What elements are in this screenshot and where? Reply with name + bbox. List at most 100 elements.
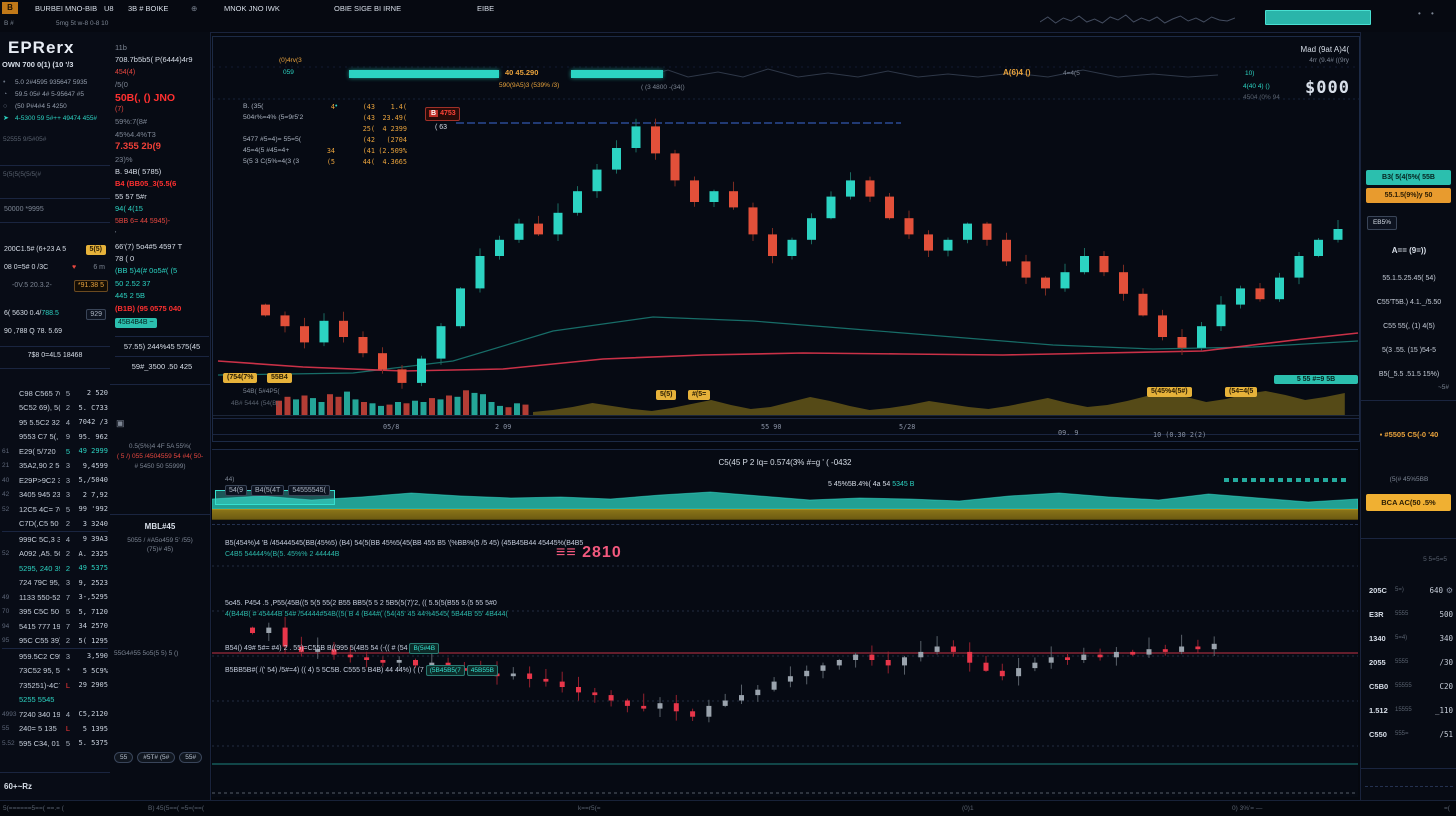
order-row[interactable]: 13405=4)340 <box>1369 626 1453 650</box>
page-button[interactable]: 55# <box>179 752 202 763</box>
filter-chip[interactable]: 54(9 <box>225 485 247 496</box>
stat-badge[interactable]: 929 <box>86 309 106 320</box>
chart-teal-chip[interactable]: 5 55 #=9 5B <box>1274 375 1358 384</box>
progress-bar[interactable] <box>349 70 499 78</box>
book-row[interactable]: 945415 777 19734 2570 <box>2 619 108 634</box>
order-row[interactable]: 205C5=)640⚙ <box>1369 578 1453 602</box>
gear-icon[interactable]: ⚙ <box>1443 586 1453 595</box>
legend-row[interactable]: 5477 #5=4)= 55=5((42(2704 <box>243 134 413 145</box>
instrument-line[interactable]: B4 (BB05_3(5.5(6 <box>115 178 209 190</box>
book-row[interactable]: 40E29P>9C2 39)35,/5040 <box>2 473 108 488</box>
book-row[interactable]: 735251)-4C70L29 2905 <box>2 678 108 693</box>
book-row[interactable]: C98 C565 76P52 520 <box>2 386 108 401</box>
book-row[interactable]: 5.52595 C34, 01355. 5375 <box>2 736 108 751</box>
topbar-sub-item[interactable]: 5mg 5t w-8 0-8 10 <box>56 20 108 27</box>
instrument-line[interactable]: 11b <box>115 42 209 54</box>
chart-chip[interactable]: #(5= <box>688 390 710 400</box>
chart-chip[interactable]: 5(45%4(5#) <box>1147 387 1192 397</box>
instrument-line[interactable]: 445 2 5B <box>115 290 209 302</box>
book-row[interactable]: C7D(,C5 5023 3240 <box>2 517 108 532</box>
chart-chip[interactable]: 5(5) <box>656 390 676 400</box>
instrument-line[interactable]: 50B(, () JNO <box>115 92 209 104</box>
filter-item[interactable]: ◔59.5 05# 4# 5-95647 #5 <box>3 88 109 100</box>
confirm-button[interactable]: BCA AC(50 .5% <box>1366 494 1451 511</box>
book-row[interactable]: 61E29( 5/720549 2999 <box>2 444 108 459</box>
instrument-line[interactable]: 78 ( 0 <box>115 253 209 265</box>
buy-button[interactable]: B3( 5(4(5%( 55B <box>1366 170 1451 185</box>
page-button[interactable]: #5T# (5# <box>137 752 175 763</box>
link-badge[interactable]: (5B45B5(7 <box>426 665 465 676</box>
filter-item[interactable]: •5.0 2#4595 935647 5935 <box>3 76 109 88</box>
menu-item[interactable]: EIBE <box>477 4 494 13</box>
instrument-line[interactable]: (B1B) (95 0575 040 <box>115 303 209 315</box>
menu-item[interactable]: ⊕ <box>191 4 197 13</box>
legend-row[interactable]: 45=4(5 #45=4+34(41(2.509% <box>243 145 413 156</box>
book-row[interactable]: 423405 945 23032 7,92 <box>2 488 108 503</box>
menu-item[interactable]: OBIE SIGE BI IRNE <box>334 4 401 13</box>
book-row[interactable]: 9553 C7 5(,995. 962 <box>2 430 108 445</box>
instrument-line[interactable]: 94( 4(15 <box>115 203 209 215</box>
window-dots[interactable]: • • <box>1418 9 1438 18</box>
instrument-line[interactable]: 57.55) 244%45 575(45 <box>115 336 209 353</box>
instrument-line[interactable]: 59#_3500 .50 425 <box>115 356 209 373</box>
order-row[interactable]: C5B055555C20 <box>1369 674 1453 698</box>
instrument-line[interactable]: /5(0 <box>115 79 209 91</box>
menu-item[interactable]: BURBEI MNO-BIB <box>35 4 97 13</box>
stat-row[interactable]: 90 ,788 Q 78. 5.69 <box>0 326 110 340</box>
instrument-line[interactable]: 45%4.4%T3 <box>115 129 209 141</box>
stat-row[interactable]: 08 0=5# 0 /3C ♥ 6 m <box>0 262 110 276</box>
app-logo[interactable]: B <box>2 2 18 14</box>
link-badge[interactable]: B(5#4B <box>409 643 439 654</box>
menu-item[interactable]: 3B # BOIKE <box>128 4 168 13</box>
position-row[interactable]: 55.1.5.25.45( 54) <box>1365 266 1453 290</box>
book-row[interactable]: 999C 5C,3 3549 39A3 <box>2 531 108 547</box>
legend-row[interactable]: 504r%=4% (5=9r5'2 #5=((4323.49( <box>243 112 413 123</box>
book-row[interactable]: 49937240 340 1954C5,2120 <box>2 707 108 722</box>
heart-icon[interactable]: ♥ <box>72 264 76 271</box>
book-row[interactable]: 959.5C2 C95_533,590 <box>2 648 108 664</box>
menu-item[interactable]: U8 <box>104 4 114 13</box>
instrument-line[interactable]: (BB 5)4(# 0o5#( (5 <box>115 265 209 277</box>
topbar-sub-item[interactable]: B # <box>4 20 14 27</box>
book-row[interactable]: 5C52 69), 5(25. C733 <box>2 401 108 416</box>
position-row[interactable]: 5(3 .55. (15 )54-5 <box>1365 338 1453 362</box>
book-row[interactable]: 2135A2,90 2 5C39,4599 <box>2 459 108 474</box>
chart-chip[interactable]: (754(7% <box>223 373 257 383</box>
chart-chip[interactable]: 55B4 <box>267 373 292 383</box>
main-chart-canvas[interactable] <box>213 37 1359 441</box>
position-row[interactable]: B5(_5.5 .51.5 15%) <box>1365 362 1453 386</box>
link-badge[interactable]: 45B55B <box>467 665 498 676</box>
menu-item[interactable]: MNOK JNO IWK <box>224 4 280 13</box>
order-row[interactable]: C550555=/51 <box>1369 722 1453 746</box>
book-row[interactable]: 73C52 95, 5=*5 5C9% <box>2 664 108 679</box>
stat-badge[interactable]: 5(5) <box>86 245 106 255</box>
book-row[interactable]: 5255 5545 <box>2 693 108 708</box>
legend-row[interactable]: 25(4 2399 <box>243 123 413 134</box>
sell-button[interactable]: 55.1.5(9%)y 50 <box>1366 188 1451 203</box>
stat-row[interactable]: 6( 5630 0.4/788.5 929 <box>0 308 110 322</box>
position-row[interactable]: C55'T5B.) 4.1._/5.50 <box>1365 290 1453 314</box>
book-row[interactable]: 724 79C 95,39, 2523 <box>2 576 108 591</box>
instrument-line[interactable]: 23)% <box>115 154 209 166</box>
book-row[interactable]: 70395 C5C 5055, 7120 <box>2 605 108 620</box>
panel-icon[interactable]: ▣ <box>116 418 125 429</box>
book-row[interactable]: 52A092 ,A5. 5C52A. 2325 <box>2 547 108 562</box>
instrument-line[interactable]: 7.355 2b(9 <box>115 141 209 153</box>
order-row[interactable]: 20555555/30 <box>1369 650 1453 674</box>
instrument-line[interactable]: 66'(7) 5o4#5 4597 T <box>115 241 209 253</box>
instrument-line[interactable]: 55 57 5#r <box>115 191 209 203</box>
instrument-line[interactable]: 59%:7(8# <box>115 116 209 128</box>
book-row[interactable]: 95 5.5C2 3247042 /3 <box>2 415 108 430</box>
legend-row[interactable]: B. (35(4•(431.4( <box>243 101 413 112</box>
instrument-line[interactable]: 5BB 6= 44 5945)- <box>115 216 209 228</box>
instrument-line[interactable]: (7) <box>115 104 209 116</box>
legend-row[interactable]: 5(5 3 C(5%=4(3 (3(544(4.3665 <box>243 156 413 167</box>
instrument-line[interactable]: 708.7b5b5( P(6444)4r9 <box>115 54 209 66</box>
instrument-line[interactable]: B. 94B( 5785) <box>115 166 209 178</box>
more-link[interactable]: ~5# <box>1438 384 1449 391</box>
instrument-line[interactable]: 454(4) <box>115 67 209 79</box>
filter-chip[interactable]: B4(5(4T <box>251 485 284 496</box>
percent-button[interactable]: EB5% <box>1367 216 1397 230</box>
filter-item[interactable]: ➤4-5300 59 5#++ 49474 455# <box>3 112 109 124</box>
alert-badge[interactable]: B4753 <box>425 107 460 121</box>
